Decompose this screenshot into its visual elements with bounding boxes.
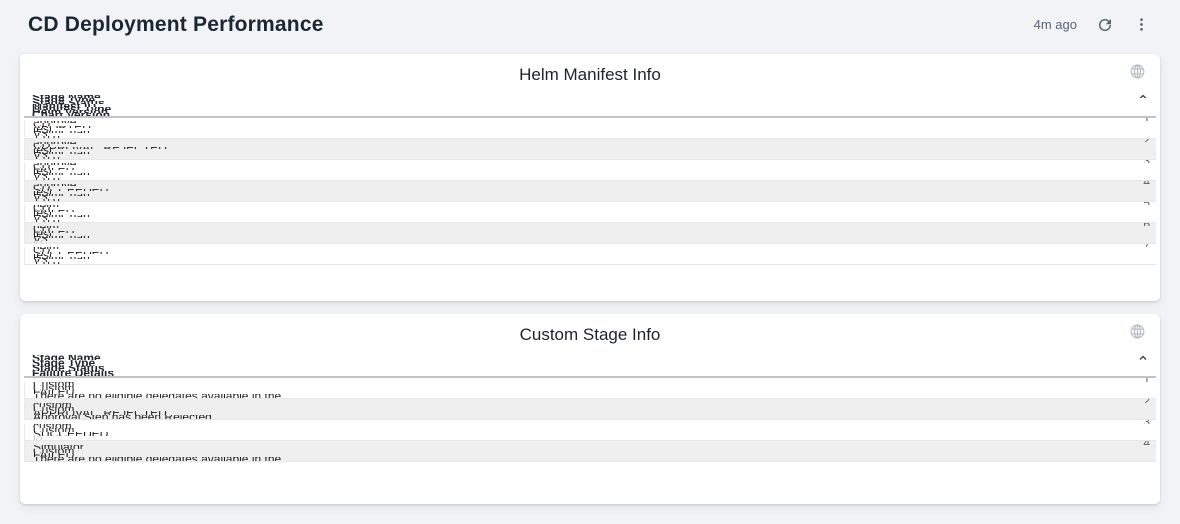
table-row: 1CustomCustomFAILEDThere are no eligible… [24, 378, 1156, 399]
cell-chart-version: 1.0.0 [24, 220, 1156, 223]
table-row: 2approveCDAPPROVAL_REJECTEDtestHelmChart… [24, 139, 1156, 160]
refresh-button[interactable] [1096, 16, 1114, 34]
panel-custom-stage-info: Custom Stage Info Stage NameStage TypeSt… [20, 314, 1160, 504]
cell-chart-version: ∅ [24, 241, 1156, 244]
table-row: 2customCustomAPPROVAL_REJECTEDApproval S… [24, 399, 1156, 420]
panel-title: Custom Stage Info [520, 325, 661, 345]
cell-chart-version: 1.0.0 [24, 157, 1156, 160]
helm-manifest-table: Stage NameStage TypeStage StatusManifest… [24, 95, 1156, 265]
panel-title: Helm Manifest Info [519, 65, 661, 85]
kebab-menu-icon [1133, 16, 1150, 33]
header-label: Chart Version [32, 113, 110, 116]
null-value: ∅ [33, 241, 43, 244]
table-header-row: Stage NameStage TypeStage StatusManifest… [24, 95, 1156, 118]
header-actions: 4m ago [1034, 16, 1150, 34]
table-row: 5helmCDFAILEDtestHelmChartV31.0.0 [24, 202, 1156, 223]
cell-chart-version: 1.0.0 [24, 262, 1156, 265]
header-label: Failure Details [32, 371, 114, 376]
custom-stage-table: Stage NameStage TypeStage StatusFailure … [24, 355, 1156, 462]
globe-icon[interactable] [1129, 63, 1146, 80]
header-cell-failure-details[interactable]: Failure Details [24, 371, 1156, 376]
header-cell-chart-version[interactable]: Chart Version [24, 113, 1156, 116]
cell-chart-version: 1.0.0 [24, 178, 1156, 181]
null-value: ∅ [33, 436, 43, 440]
dashboard-header: CD Deployment Performance 4m ago [0, 0, 1180, 47]
cell-chart-version: 1.0.0 [24, 136, 1156, 139]
page-title: CD Deployment Performance [28, 13, 324, 37]
table-row: 6helmCDFAILEDtestHelmChartV3∅ [24, 223, 1156, 244]
cell-failure-details: There are no eligible delegates availabl… [24, 394, 1156, 398]
dashboard-menu-button[interactable] [1133, 16, 1150, 33]
cell-failure-details: Approval Step has been Rejected [24, 415, 1156, 419]
table-row: 7helmCDSUCCEEDEDtestHelmChartV31.0.0 [24, 244, 1156, 265]
panel-helm-manifest-info: Helm Manifest Info Stage NameStage TypeS… [20, 54, 1160, 301]
panel-head: Custom Stage Info [20, 314, 1160, 355]
table-header-row: Stage NameStage TypeStage StatusFailure … [24, 355, 1156, 378]
table-row: 1approveCDABORTEDtestHelmChartV31.0.0 [24, 118, 1156, 139]
table-row: 3approveCDFAILEDtestHelmChartV31.0.0 [24, 160, 1156, 181]
table-row: 4approveCDSUCCEEDEDtestHelmChartV31.0.0 [24, 181, 1156, 202]
refresh-icon [1096, 16, 1114, 34]
cell-chart-version: 1.0.0 [24, 199, 1156, 202]
table-row: 4SimulatorCustomFAILEDThere are no eligi… [24, 441, 1156, 462]
table-row: 3customCustomSUCCEEDED∅ [24, 420, 1156, 441]
cell-failure-details: ∅ [24, 436, 1156, 440]
globe-icon[interactable] [1129, 323, 1146, 340]
last-refresh-label: 4m ago [1034, 17, 1077, 32]
cell-failure-details: There are no eligible delegates availabl… [24, 457, 1156, 461]
panel-head: Helm Manifest Info [20, 54, 1160, 95]
